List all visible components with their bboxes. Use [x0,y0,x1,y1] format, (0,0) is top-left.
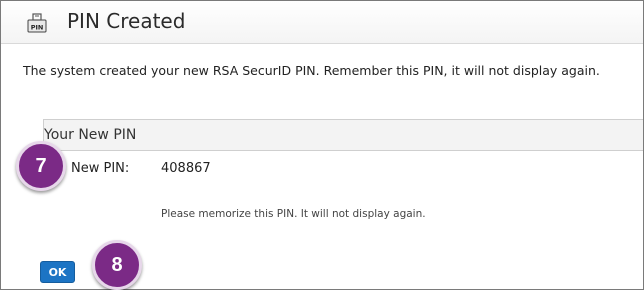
pin-created-dialog: PIN PIN Created The system created your … [0,0,644,290]
step-badge-8: 8 [92,240,142,290]
memorize-hint: Please memorize this PIN. It will not di… [161,208,426,220]
pin-icon: PIN [27,13,47,33]
new-pin-section-header: Your New PIN [43,119,643,151]
ok-button[interactable]: OK [40,261,75,283]
new-pin-value: 408867 [161,161,211,176]
dialog-message: The system created your new RSA SecurID … [23,63,600,78]
step-badge-7: 7 [16,141,66,191]
dialog-titlebar: PIN PIN Created [1,1,643,44]
section-title: Your New PIN [44,127,137,143]
dialog-title: PIN Created [67,9,186,33]
svg-text:PIN: PIN [31,24,44,32]
new-pin-label: New PIN: [71,161,130,176]
